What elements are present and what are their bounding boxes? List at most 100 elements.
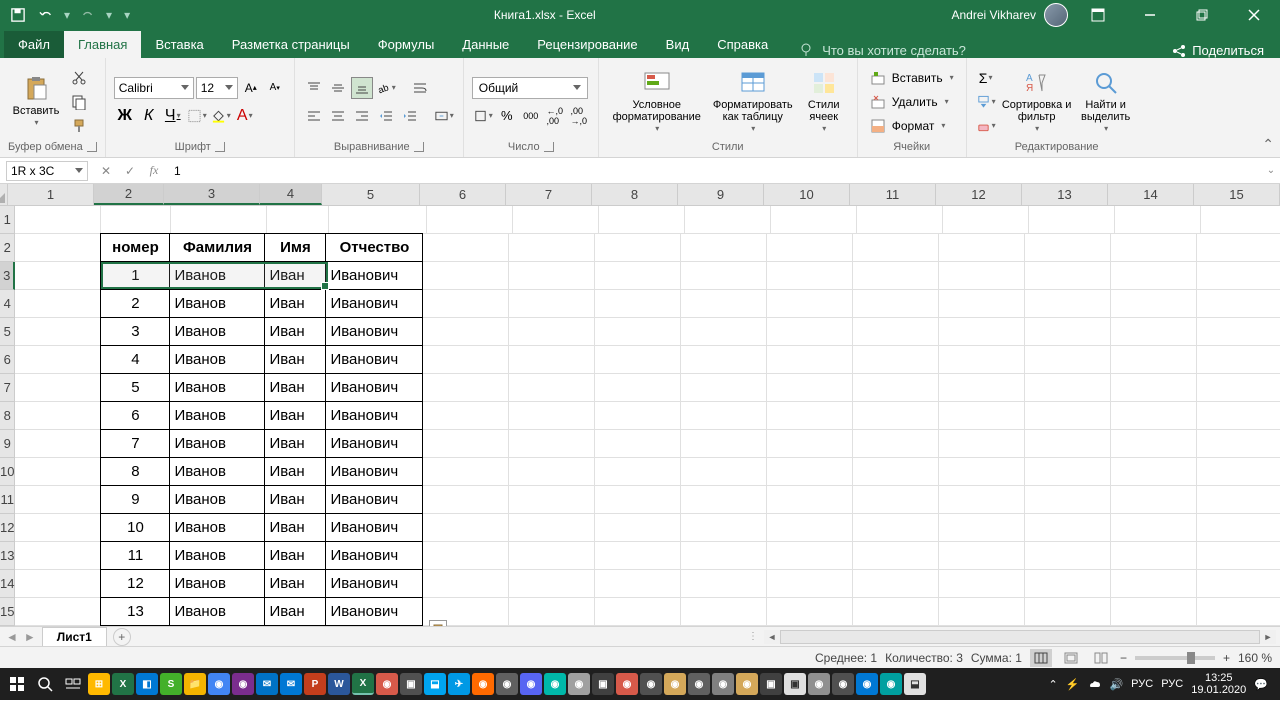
cell[interactable]: Иванов [169, 569, 265, 598]
font-dialog-launcher[interactable] [215, 142, 225, 152]
italic-button[interactable]: К [138, 105, 160, 127]
spreadsheet-grid[interactable]: 123456789101112131415 123456789101112131… [0, 184, 1280, 626]
user-name[interactable]: Andrei Vikharev [952, 8, 1037, 22]
cell[interactable] [1025, 290, 1111, 318]
cell[interactable] [767, 486, 853, 514]
cell[interactable]: Иванов [169, 261, 265, 290]
cell[interactable] [681, 598, 767, 626]
cell[interactable] [767, 290, 853, 318]
column-header[interactable]: 15 [1194, 184, 1280, 205]
cell[interactable] [853, 262, 939, 290]
cell[interactable]: 3 [100, 317, 170, 346]
cell[interactable] [509, 262, 595, 290]
cell[interactable] [939, 234, 1025, 262]
row-header[interactable]: 2 [0, 234, 15, 262]
cell[interactable] [595, 486, 681, 514]
taskbar-app-9[interactable]: ✉ [280, 673, 302, 695]
decrease-decimal-button[interactable]: ,00→,0 [568, 105, 590, 127]
font-size-select[interactable]: 12 [196, 77, 238, 99]
column-header[interactable]: 13 [1022, 184, 1108, 205]
cell[interactable] [853, 430, 939, 458]
column-header[interactable]: 6 [420, 184, 506, 205]
format-painter-button[interactable] [68, 115, 90, 137]
cell[interactable] [767, 402, 853, 430]
cell[interactable] [329, 206, 427, 234]
cell[interactable] [853, 486, 939, 514]
cell[interactable] [1025, 402, 1111, 430]
cell[interactable] [939, 598, 1025, 626]
close-button[interactable] [1232, 0, 1276, 30]
column-header[interactable]: 8 [592, 184, 678, 205]
cell[interactable] [595, 542, 681, 570]
formula-input[interactable]: 1 [166, 164, 1262, 178]
cell[interactable] [15, 262, 101, 290]
add-sheet-button[interactable]: + [113, 628, 131, 646]
accounting-format-button[interactable]: ▾ [472, 105, 494, 127]
scroll-right-button[interactable]: ► [1260, 630, 1276, 644]
cell[interactable] [171, 206, 267, 234]
cell[interactable]: Иванович [325, 261, 423, 290]
comma-style-button[interactable]: 000 [520, 105, 542, 127]
cell[interactable] [1025, 234, 1111, 262]
font-name-select[interactable]: Calibri [114, 77, 194, 99]
cell[interactable] [1025, 346, 1111, 374]
cell[interactable] [1115, 206, 1201, 234]
cell[interactable] [15, 598, 101, 626]
cell[interactable]: 5 [100, 373, 170, 402]
cell[interactable]: 8 [100, 457, 170, 486]
cell[interactable] [427, 206, 513, 234]
cell[interactable]: Иван [264, 485, 326, 514]
cell[interactable]: Иванович [325, 485, 423, 514]
row-header[interactable]: 6 [0, 346, 15, 374]
taskbar-app-16[interactable]: ◉ [472, 673, 494, 695]
select-all-corner[interactable] [0, 184, 8, 205]
column-header[interactable]: 10 [764, 184, 850, 205]
user-avatar-icon[interactable] [1044, 3, 1068, 27]
cell[interactable] [15, 486, 101, 514]
tab-formulas[interactable]: Формулы [364, 31, 449, 58]
minimize-button[interactable] [1128, 0, 1172, 30]
column-header[interactable]: 12 [936, 184, 1022, 205]
cell[interactable] [423, 486, 509, 514]
cell[interactable] [767, 430, 853, 458]
conditional-formatting-button[interactable]: Условное форматирование▾ [607, 67, 707, 137]
cell[interactable]: Отчество [325, 233, 423, 262]
cell[interactable] [853, 514, 939, 542]
cell[interactable]: Фамилия [169, 233, 265, 262]
number-format-select[interactable]: Общий [472, 77, 588, 99]
wrap-text-button[interactable] [409, 77, 431, 99]
horizontal-scrollbar[interactable] [780, 630, 1260, 644]
tab-help[interactable]: Справка [703, 31, 782, 58]
tab-review[interactable]: Рецензирование [523, 31, 651, 58]
cell[interactable]: Иванович [325, 345, 423, 374]
cell[interactable] [513, 206, 599, 234]
cell[interactable]: 11 [100, 541, 170, 570]
insert-cells-button[interactable]: Вставить▾ [866, 67, 958, 89]
cell[interactable] [595, 262, 681, 290]
cell[interactable] [767, 374, 853, 402]
cell[interactable] [509, 458, 595, 486]
sheet-nav-next[interactable]: ► [24, 630, 36, 644]
cell[interactable] [15, 514, 101, 542]
cell[interactable] [15, 346, 101, 374]
cell[interactable] [1201, 206, 1280, 234]
align-center-button[interactable] [327, 105, 349, 127]
cell[interactable] [595, 374, 681, 402]
cell[interactable] [857, 206, 943, 234]
cell[interactable]: Иванов [169, 317, 265, 346]
sheet-nav-prev[interactable]: ◄ [6, 630, 18, 644]
cell[interactable] [853, 318, 939, 346]
cell[interactable] [509, 598, 595, 626]
cell[interactable] [1197, 598, 1280, 626]
cell[interactable] [15, 458, 101, 486]
taskbar-app-15[interactable]: ✈ [448, 673, 470, 695]
tray-onedrive-icon[interactable] [1087, 677, 1101, 691]
cell[interactable]: Иван [264, 401, 326, 430]
cell[interactable] [853, 458, 939, 486]
cell[interactable]: Иванович [325, 289, 423, 318]
cell[interactable] [509, 318, 595, 346]
cell[interactable]: Иванович [325, 569, 423, 598]
cell[interactable] [423, 374, 509, 402]
cell[interactable]: Иванов [169, 373, 265, 402]
name-box[interactable]: 1R x 3C [6, 161, 88, 181]
